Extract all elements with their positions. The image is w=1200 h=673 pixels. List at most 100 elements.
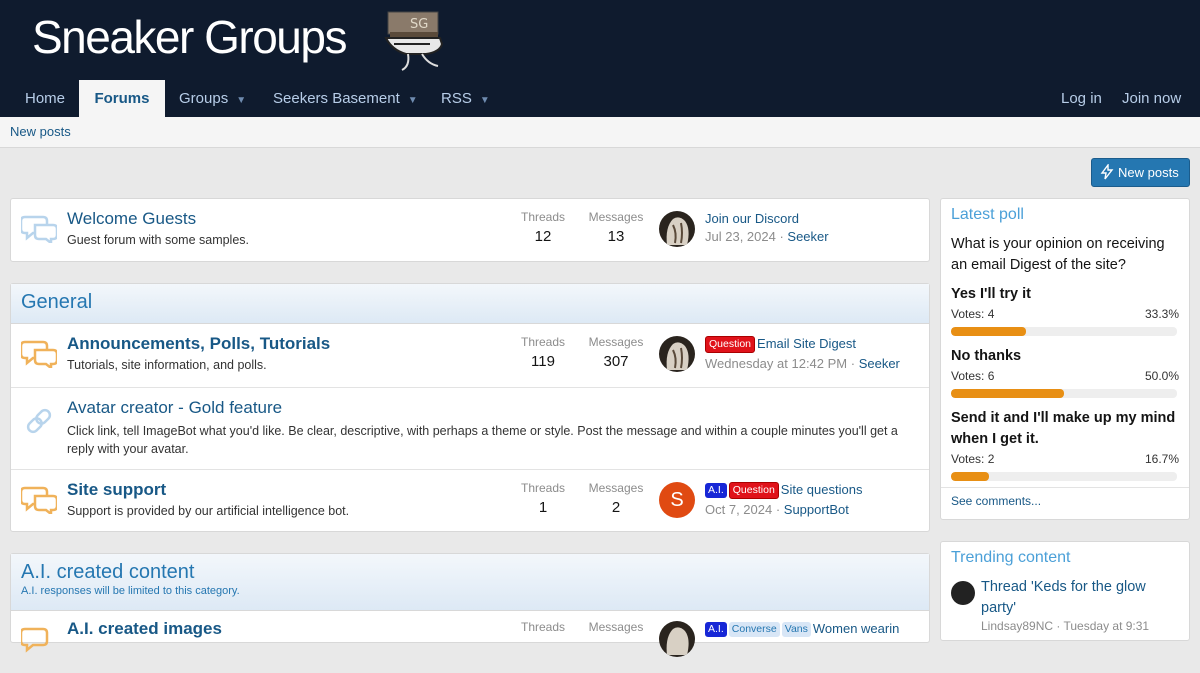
threads-label: Threads	[520, 620, 566, 634]
nav-seekers-label: Seekers Basement	[273, 90, 400, 107]
category-description: A.I. responses will be limited to this c…	[21, 585, 240, 597]
poll-bar-fill	[951, 472, 989, 481]
messages-count: 2	[611, 499, 621, 516]
welcome-forum-block: Welcome Guests Guest forum with some sam…	[10, 198, 930, 262]
nav-forums[interactable]: Forums	[79, 80, 165, 117]
poll-bar	[951, 327, 1177, 336]
last-post: Join our Discord Jul 23, 2024 · Seeker	[705, 211, 920, 244]
poll-percent: 16.7%	[1144, 452, 1179, 466]
category-title[interactable]: General	[21, 291, 92, 313]
chevron-down-icon[interactable]: ▼	[236, 95, 246, 106]
general-category-block: General Announcements, Polls, Tutorials …	[10, 283, 930, 532]
site-header: Sneaker Groups SG	[0, 0, 1200, 80]
chevron-down-icon[interactable]: ▼	[408, 95, 418, 106]
poll-bar	[951, 472, 1177, 481]
last-post: A.I. Question Site questions Oct 7, 2024 ·…	[705, 482, 920, 517]
subnav-new-posts[interactable]: New posts	[10, 124, 71, 139]
last-post-user[interactable]: Seeker	[787, 229, 828, 244]
poll-option: Yes I'll try it Votes: 4 33.3%	[941, 284, 1189, 336]
poll-option-name: Send it and I'll make up my mind when I …	[951, 410, 1176, 447]
threads-stat: Threads 1	[508, 481, 578, 516]
messages-stat: Messages 307	[581, 335, 651, 370]
see-comments-link[interactable]: See comments...	[951, 494, 1041, 508]
poll-option-name: Yes I'll try it	[951, 286, 1032, 302]
widget-title: Trending content	[951, 549, 1071, 566]
messages-label: Messages	[588, 210, 644, 224]
poll-option-meta: Votes: 2 16.7%	[951, 452, 1179, 468]
svg-text:SG: SG	[410, 17, 428, 32]
chat-bubbles-icon	[21, 215, 57, 243]
threads-stat: Threads	[508, 620, 578, 634]
last-post-title-row: A.I. Converse Vans Women wearin	[705, 621, 920, 637]
nav-rss[interactable]: RSS ▼	[427, 80, 504, 117]
threads-label: Threads	[520, 210, 566, 224]
new-posts-button[interactable]: New posts	[1091, 158, 1190, 187]
main-nav: Home Forums Groups ▼ Seekers Basement ▼ RS…	[0, 80, 1200, 117]
nav-home[interactable]: Home	[11, 80, 79, 117]
category-title[interactable]: A.I. created content	[21, 561, 919, 584]
chevron-down-icon[interactable]: ▼	[480, 95, 490, 106]
new-posts-button-label: New posts	[1118, 165, 1179, 180]
forum-title[interactable]: Avatar creator - Gold feature	[67, 398, 282, 418]
poll-percent: 50.0%	[1144, 369, 1179, 383]
threads-stat: Threads 119	[508, 335, 578, 370]
forum-title[interactable]: Site support	[67, 480, 166, 500]
forum-title[interactable]: A.I. created images	[67, 619, 222, 639]
forum-title[interactable]: Announcements, Polls, Tutorials	[67, 334, 330, 354]
messages-stat: Messages	[581, 620, 651, 634]
avatar[interactable]	[659, 211, 695, 247]
messages-label: Messages	[588, 620, 644, 634]
avatar[interactable]	[951, 581, 975, 605]
latest-poll-widget: Latest poll What is your opinion on rece…	[940, 198, 1190, 520]
threads-label: Threads	[520, 335, 566, 349]
messages-count: 13	[607, 228, 625, 245]
last-post-title[interactable]: Women wearin	[813, 621, 899, 636]
trending-item-title[interactable]: Thread 'Keds for the glow party'	[981, 577, 1179, 619]
poll-option-meta: Votes: 6 50.0%	[951, 369, 1179, 385]
last-post-title[interactable]: Email Site Digest	[757, 336, 856, 351]
poll-percent: 33.3%	[1144, 307, 1179, 321]
last-post-user[interactable]: Seeker	[859, 356, 900, 371]
threads-stat: Threads 12	[508, 210, 578, 245]
join-link[interactable]: Join now	[1108, 80, 1195, 117]
poll-bar-fill	[951, 327, 1027, 336]
lightning-icon	[1100, 162, 1114, 180]
poll-votes: Votes: 4	[951, 307, 995, 321]
avatar[interactable]	[659, 621, 695, 657]
messages-label: Messages	[588, 481, 644, 495]
messages-stat: Messages 13	[581, 210, 651, 245]
threads-count: 12	[534, 228, 552, 245]
poll-question[interactable]: What is your opinion on receiving an ema…	[941, 224, 1189, 276]
forum-description: Support is provided by our artificial in…	[67, 504, 350, 518]
poll-option-name: No thanks	[951, 348, 1022, 364]
threads-count: 119	[531, 353, 555, 370]
avatar[interactable]	[659, 336, 695, 372]
login-link[interactable]: Log in	[1047, 80, 1116, 117]
last-post-date: Wednesday at 12:42 PM	[705, 356, 848, 371]
threads-count: 1	[538, 499, 548, 516]
nav-seekers-basement[interactable]: Seekers Basement ▼	[259, 80, 432, 117]
prefix-label[interactable]: A.I.	[705, 483, 727, 498]
category-header: General	[11, 284, 929, 324]
messages-stat: Messages 2	[581, 481, 651, 516]
forum-description: Tutorials, site information, and polls.	[67, 358, 267, 372]
last-post-date: Oct 7, 2024	[705, 502, 773, 517]
prefix-label[interactable]: Question	[728, 482, 779, 499]
site-title[interactable]: Sneaker Groups	[32, 10, 347, 64]
forum-description: Guest forum with some samples.	[67, 233, 250, 247]
last-post-title-row: Question Email Site Digest	[705, 336, 920, 353]
avatar[interactable]: S	[659, 482, 695, 518]
last-post-title[interactable]: Site questions	[781, 482, 863, 497]
prefix-label[interactable]: Question	[705, 336, 756, 353]
chat-bubbles-icon	[21, 340, 57, 368]
last-post-title[interactable]: Join our Discord	[705, 211, 920, 226]
poll-footer: See comments...	[941, 487, 1189, 514]
last-post-user[interactable]: SupportBot	[784, 502, 849, 517]
forum-node: Announcements, Polls, Tutorials Tutorial…	[11, 324, 929, 387]
forum-title[interactable]: Welcome Guests	[67, 209, 196, 229]
widget-title: Latest poll	[951, 206, 1024, 223]
trending-item-meta: Lindsay89NC · Tuesday at 9:31	[981, 619, 1150, 633]
sneaker-logo-icon[interactable]: SG	[380, 8, 450, 74]
poll-bar-fill	[951, 389, 1064, 398]
nav-groups[interactable]: Groups ▼	[165, 80, 260, 117]
